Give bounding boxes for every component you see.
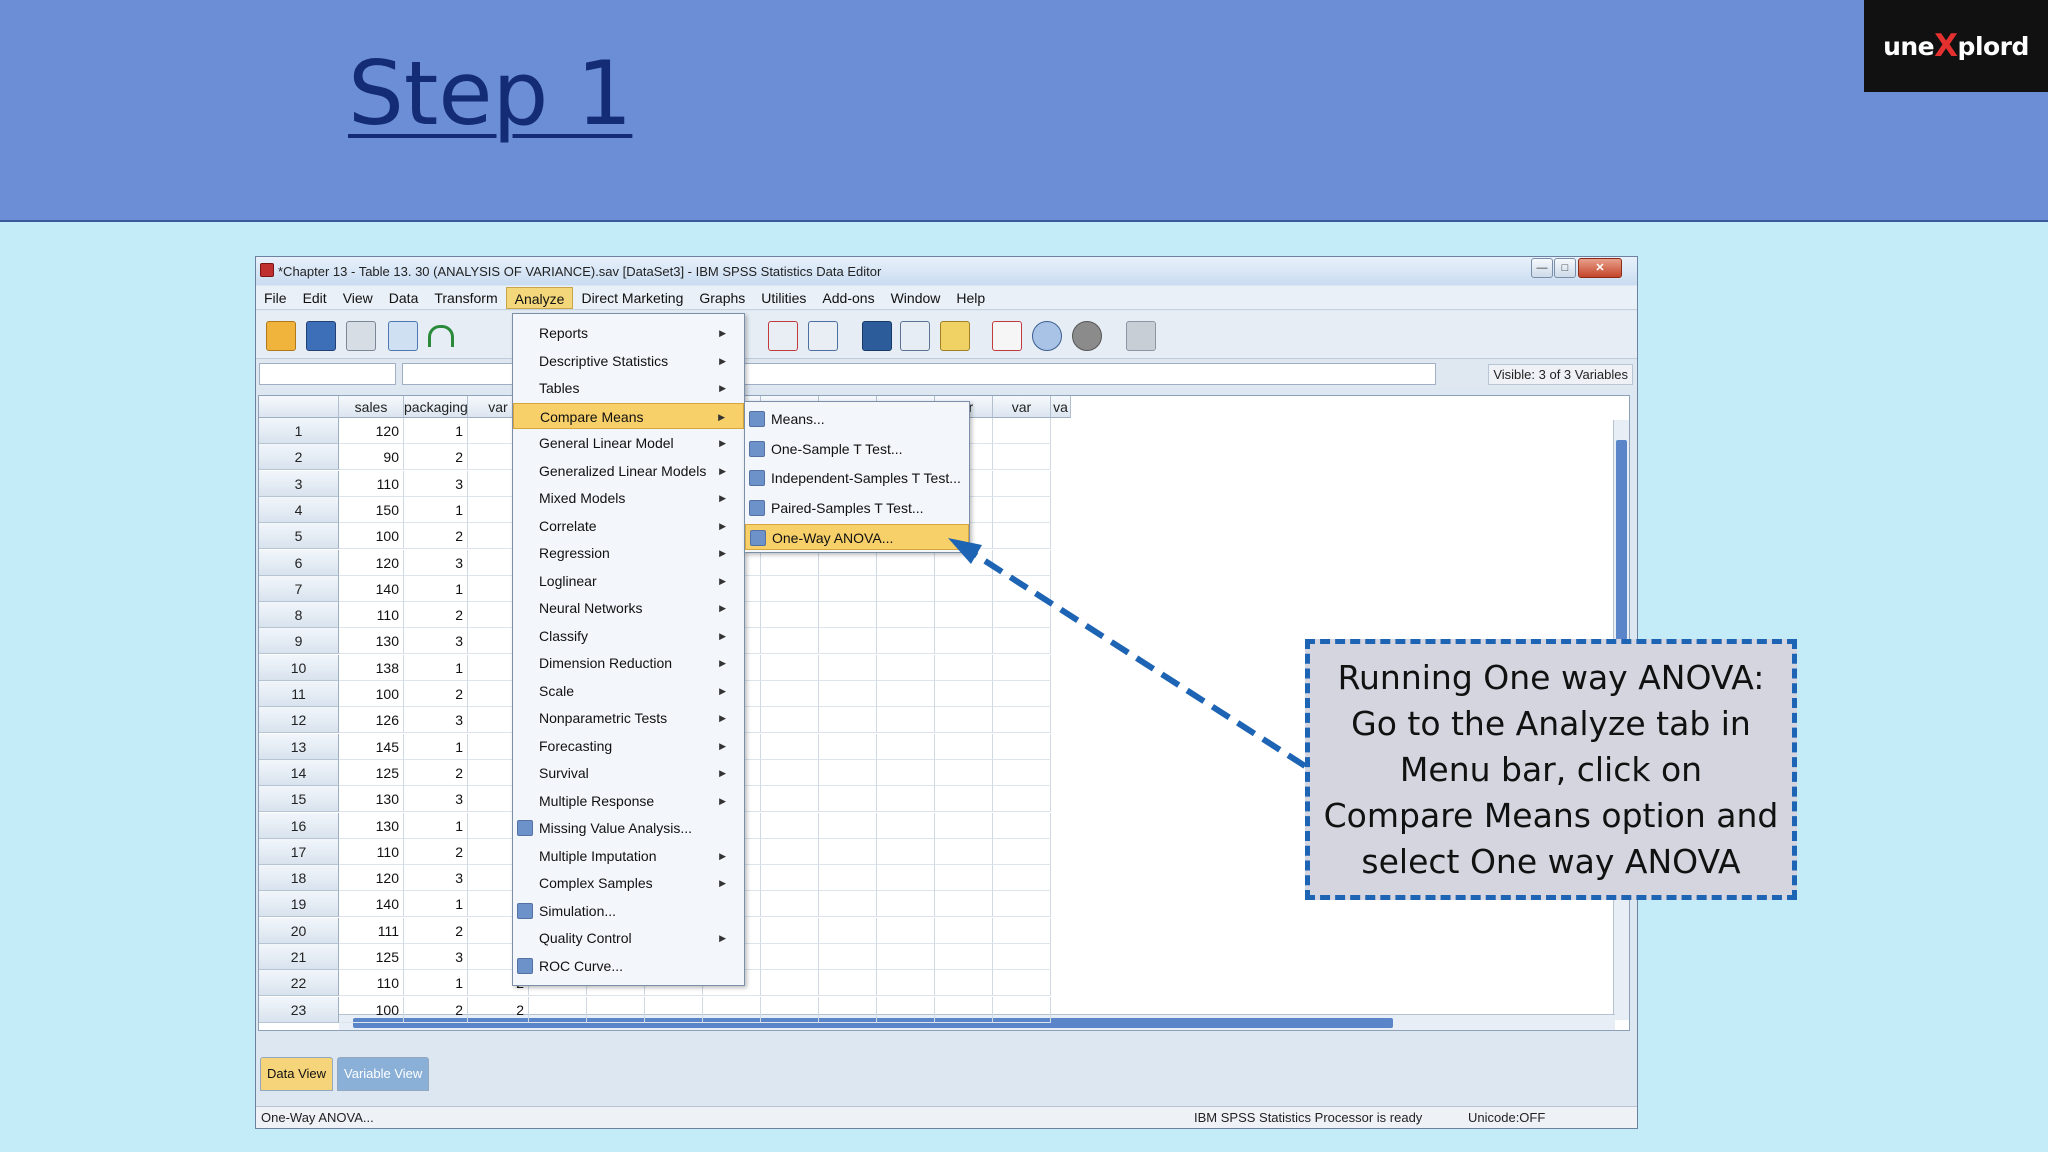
arrow-head	[948, 538, 982, 564]
pointer-arrow	[948, 538, 1307, 769]
instruction-callout: Running One way ANOVA: Go to the Analyze…	[1305, 639, 1797, 900]
arrow-line	[966, 547, 1307, 769]
callout-text: Running One way ANOVA: Go to the Analyze…	[1323, 657, 1779, 881]
